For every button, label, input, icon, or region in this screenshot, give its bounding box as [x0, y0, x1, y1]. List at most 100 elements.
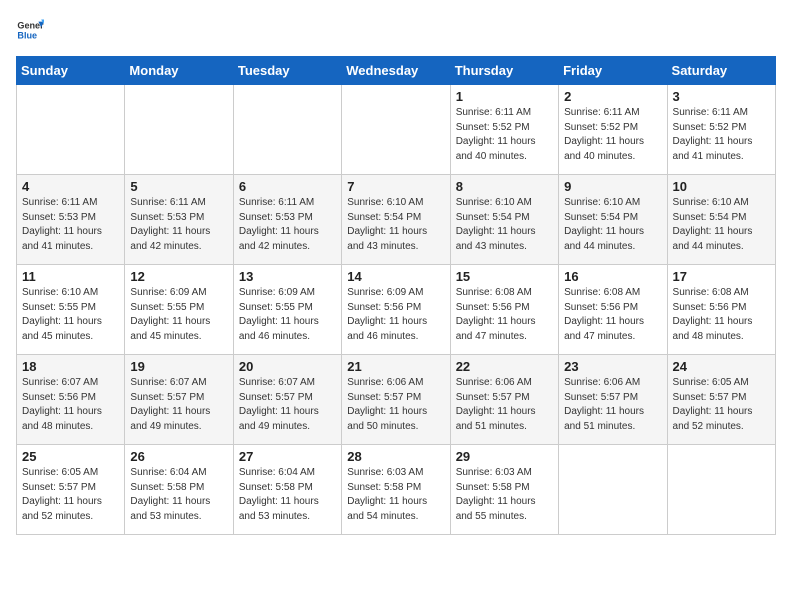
day-info: Sunrise: 6:10 AM Sunset: 5:54 PM Dayligh…: [564, 196, 661, 254]
day-number: 3: [673, 89, 770, 104]
calendar-cell: 7 Sunrise: 6:10 AM Sunset: 5:54 PM Daylig…: [342, 175, 450, 265]
day-info: Sunrise: 6:10 AM Sunset: 5:54 PM Dayligh…: [347, 196, 444, 254]
day-number: 11: [22, 269, 119, 284]
day-info: Sunrise: 6:06 AM Sunset: 5:57 PM Dayligh…: [564, 376, 661, 434]
calendar-cell: 3 Sunrise: 6:11 AM Sunset: 5:52 PM Daylig…: [667, 85, 775, 175]
column-header-wednesday: Wednesday: [342, 57, 450, 85]
day-number: 15: [456, 269, 553, 284]
day-number: 7: [347, 179, 444, 194]
day-info: Sunrise: 6:03 AM Sunset: 5:58 PM Dayligh…: [456, 466, 553, 524]
calendar-cell: 29 Sunrise: 6:03 AM Sunset: 5:58 PM Dayli…: [450, 445, 558, 535]
svg-text:Blue: Blue: [17, 30, 37, 40]
calendar-table: SundayMondayTuesdayWednesdayThursdayFrid…: [16, 56, 776, 535]
day-number: 9: [564, 179, 661, 194]
calendar-cell: 27 Sunrise: 6:04 AM Sunset: 5:58 PM Dayli…: [233, 445, 341, 535]
day-number: 16: [564, 269, 661, 284]
calendar-cell: [125, 85, 233, 175]
calendar-cell: 19Sunrise: 6:07 AM Sunset: 5:57 PM Dayli…: [125, 355, 233, 445]
calendar-cell: 23 Sunrise: 6:06 AM Sunset: 5:57 PM Dayli…: [559, 355, 667, 445]
day-number: 27: [239, 449, 336, 464]
column-header-thursday: Thursday: [450, 57, 558, 85]
day-number: 29: [456, 449, 553, 464]
day-info: Sunrise: 6:10 AM Sunset: 5:54 PM Dayligh…: [456, 196, 553, 254]
day-number: 2: [564, 89, 661, 104]
day-info: Sunrise: 6:04 AM Sunset: 5:58 PM Dayligh…: [130, 466, 227, 524]
calendar-cell: 21 Sunrise: 6:06 AM Sunset: 5:57 PM Dayli…: [342, 355, 450, 445]
calendar-cell: 6Sunrise: 6:11 AM Sunset: 5:53 PM Daylig…: [233, 175, 341, 265]
column-header-monday: Monday: [125, 57, 233, 85]
calendar-week-4: 25 Sunrise: 6:05 AM Sunset: 5:57 PM Dayli…: [17, 445, 776, 535]
day-info: Sunrise: 6:11 AM Sunset: 5:53 PM Dayligh…: [22, 196, 119, 254]
day-info: Sunrise: 6:06 AM Sunset: 5:57 PM Dayligh…: [347, 376, 444, 434]
day-info: Sunrise: 6:07 AM Sunset: 5:57 PM Dayligh…: [130, 376, 227, 434]
calendar-cell: [342, 85, 450, 175]
day-info: Sunrise: 6:04 AM Sunset: 5:58 PM Dayligh…: [239, 466, 336, 524]
calendar-cell: 15 Sunrise: 6:08 AM Sunset: 5:56 PM Dayli…: [450, 265, 558, 355]
day-info: Sunrise: 6:11 AM Sunset: 5:53 PM Dayligh…: [239, 196, 336, 254]
day-info: Sunrise: 6:11 AM Sunset: 5:52 PM Dayligh…: [564, 106, 661, 164]
calendar-cell: 25 Sunrise: 6:05 AM Sunset: 5:57 PM Dayli…: [17, 445, 125, 535]
day-info: Sunrise: 6:03 AM Sunset: 5:58 PM Dayligh…: [347, 466, 444, 524]
day-info: Sunrise: 6:10 AM Sunset: 5:54 PM Dayligh…: [673, 196, 770, 254]
calendar-cell: 2 Sunrise: 6:11 AM Sunset: 5:52 PM Daylig…: [559, 85, 667, 175]
calendar-week-0: 1 Sunrise: 6:11 AM Sunset: 5:52 PM Daylig…: [17, 85, 776, 175]
calendar-cell: 26 Sunrise: 6:04 AM Sunset: 5:58 PM Dayli…: [125, 445, 233, 535]
calendar-cell: 10 Sunrise: 6:10 AM Sunset: 5:54 PM Dayli…: [667, 175, 775, 265]
day-number: 21: [347, 359, 444, 374]
calendar-cell: 16 Sunrise: 6:08 AM Sunset: 5:56 PM Dayli…: [559, 265, 667, 355]
day-number: 17: [673, 269, 770, 284]
day-number: 25: [22, 449, 119, 464]
day-info: Sunrise: 6:08 AM Sunset: 5:56 PM Dayligh…: [456, 286, 553, 344]
calendar-cell: 28 Sunrise: 6:03 AM Sunset: 5:58 PM Dayli…: [342, 445, 450, 535]
calendar-cell: [17, 85, 125, 175]
day-number: 22: [456, 359, 553, 374]
calendar-header-row: SundayMondayTuesdayWednesdayThursdayFrid…: [17, 57, 776, 85]
day-info: Sunrise: 6:11 AM Sunset: 5:52 PM Dayligh…: [456, 106, 553, 164]
day-info: Sunrise: 6:11 AM Sunset: 5:52 PM Dayligh…: [673, 106, 770, 164]
day-number: 28: [347, 449, 444, 464]
page-header: General Blue: [16, 16, 776, 44]
calendar-cell: 20 Sunrise: 6:07 AM Sunset: 5:57 PM Dayli…: [233, 355, 341, 445]
day-info: Sunrise: 6:09 AM Sunset: 5:55 PM Dayligh…: [130, 286, 227, 344]
calendar-cell: 22 Sunrise: 6:06 AM Sunset: 5:57 PM Dayli…: [450, 355, 558, 445]
day-number: 10: [673, 179, 770, 194]
calendar-cell: 9 Sunrise: 6:10 AM Sunset: 5:54 PM Daylig…: [559, 175, 667, 265]
column-header-sunday: Sunday: [17, 57, 125, 85]
calendar-cell: 14Sunrise: 6:09 AM Sunset: 5:56 PM Dayli…: [342, 265, 450, 355]
day-number: 5: [130, 179, 227, 194]
day-info: Sunrise: 6:09 AM Sunset: 5:55 PM Dayligh…: [239, 286, 336, 344]
column-header-saturday: Saturday: [667, 57, 775, 85]
day-info: Sunrise: 6:07 AM Sunset: 5:57 PM Dayligh…: [239, 376, 336, 434]
calendar-cell: 18Sunrise: 6:07 AM Sunset: 5:56 PM Dayli…: [17, 355, 125, 445]
calendar-cell: 11 Sunrise: 6:10 AM Sunset: 5:55 PM Dayli…: [17, 265, 125, 355]
column-header-tuesday: Tuesday: [233, 57, 341, 85]
day-number: 4: [22, 179, 119, 194]
calendar-week-2: 11 Sunrise: 6:10 AM Sunset: 5:55 PM Dayli…: [17, 265, 776, 355]
day-info: Sunrise: 6:08 AM Sunset: 5:56 PM Dayligh…: [564, 286, 661, 344]
day-number: 14: [347, 269, 444, 284]
day-number: 24: [673, 359, 770, 374]
calendar-cell: 24 Sunrise: 6:05 AM Sunset: 5:57 PM Dayli…: [667, 355, 775, 445]
calendar-cell: [559, 445, 667, 535]
logo: General Blue: [16, 16, 48, 44]
day-number: 12: [130, 269, 227, 284]
calendar-cell: [233, 85, 341, 175]
day-info: Sunrise: 6:06 AM Sunset: 5:57 PM Dayligh…: [456, 376, 553, 434]
column-header-friday: Friday: [559, 57, 667, 85]
day-info: Sunrise: 6:10 AM Sunset: 5:55 PM Dayligh…: [22, 286, 119, 344]
calendar-week-1: 4 Sunrise: 6:11 AM Sunset: 5:53 PM Daylig…: [17, 175, 776, 265]
day-number: 1: [456, 89, 553, 104]
logo-icon: General Blue: [16, 16, 44, 44]
day-number: 13: [239, 269, 336, 284]
calendar-cell: 5Sunrise: 6:11 AM Sunset: 5:53 PM Daylig…: [125, 175, 233, 265]
day-number: 20: [239, 359, 336, 374]
calendar-cell: 1 Sunrise: 6:11 AM Sunset: 5:52 PM Daylig…: [450, 85, 558, 175]
calendar-cell: 4 Sunrise: 6:11 AM Sunset: 5:53 PM Daylig…: [17, 175, 125, 265]
day-info: Sunrise: 6:05 AM Sunset: 5:57 PM Dayligh…: [22, 466, 119, 524]
day-number: 26: [130, 449, 227, 464]
day-info: Sunrise: 6:05 AM Sunset: 5:57 PM Dayligh…: [673, 376, 770, 434]
calendar-week-3: 18Sunrise: 6:07 AM Sunset: 5:56 PM Dayli…: [17, 355, 776, 445]
calendar-cell: 17Sunrise: 6:08 AM Sunset: 5:56 PM Dayli…: [667, 265, 775, 355]
calendar-cell: [667, 445, 775, 535]
day-number: 23: [564, 359, 661, 374]
